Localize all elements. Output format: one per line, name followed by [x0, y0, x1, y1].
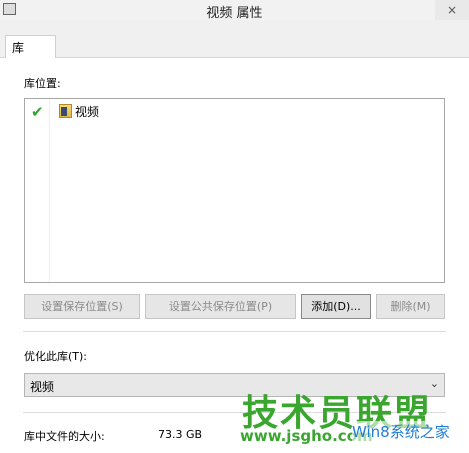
set-public-save-location-button[interactable]: 设置公共保存位置(P) — [145, 294, 296, 319]
divider — [23, 331, 446, 332]
set-save-location-button[interactable]: 设置保存位置(S) — [24, 294, 140, 319]
tab-library[interactable]: 库 — [5, 35, 56, 58]
optimize-select-value: 视频 — [30, 380, 55, 394]
video-folder-icon — [59, 104, 72, 118]
optimize-label: 优化此库(T): — [24, 350, 88, 363]
size-label: 库中文件的大小: — [24, 430, 105, 443]
library-locations-list[interactable]: ✔ 视频 — [24, 98, 445, 283]
close-button[interactable]: × — [435, 0, 469, 20]
tab-strip — [0, 20, 469, 58]
library-locations-label: 库位置: — [24, 77, 61, 90]
watermark-subtitle: Win8系统之家 — [352, 421, 450, 442]
add-button[interactable]: 添加(D)... — [301, 294, 371, 319]
size-value: 73.3 GB — [158, 428, 203, 441]
check-icon: ✔ — [31, 103, 44, 121]
remove-button[interactable]: 删除(M) — [376, 294, 445, 319]
title-bar: 视频 属性 × — [0, 0, 469, 21]
window-title: 视频 属性 — [206, 6, 263, 21]
column-separator — [49, 99, 50, 282]
list-item-label: 视频 — [75, 105, 100, 119]
